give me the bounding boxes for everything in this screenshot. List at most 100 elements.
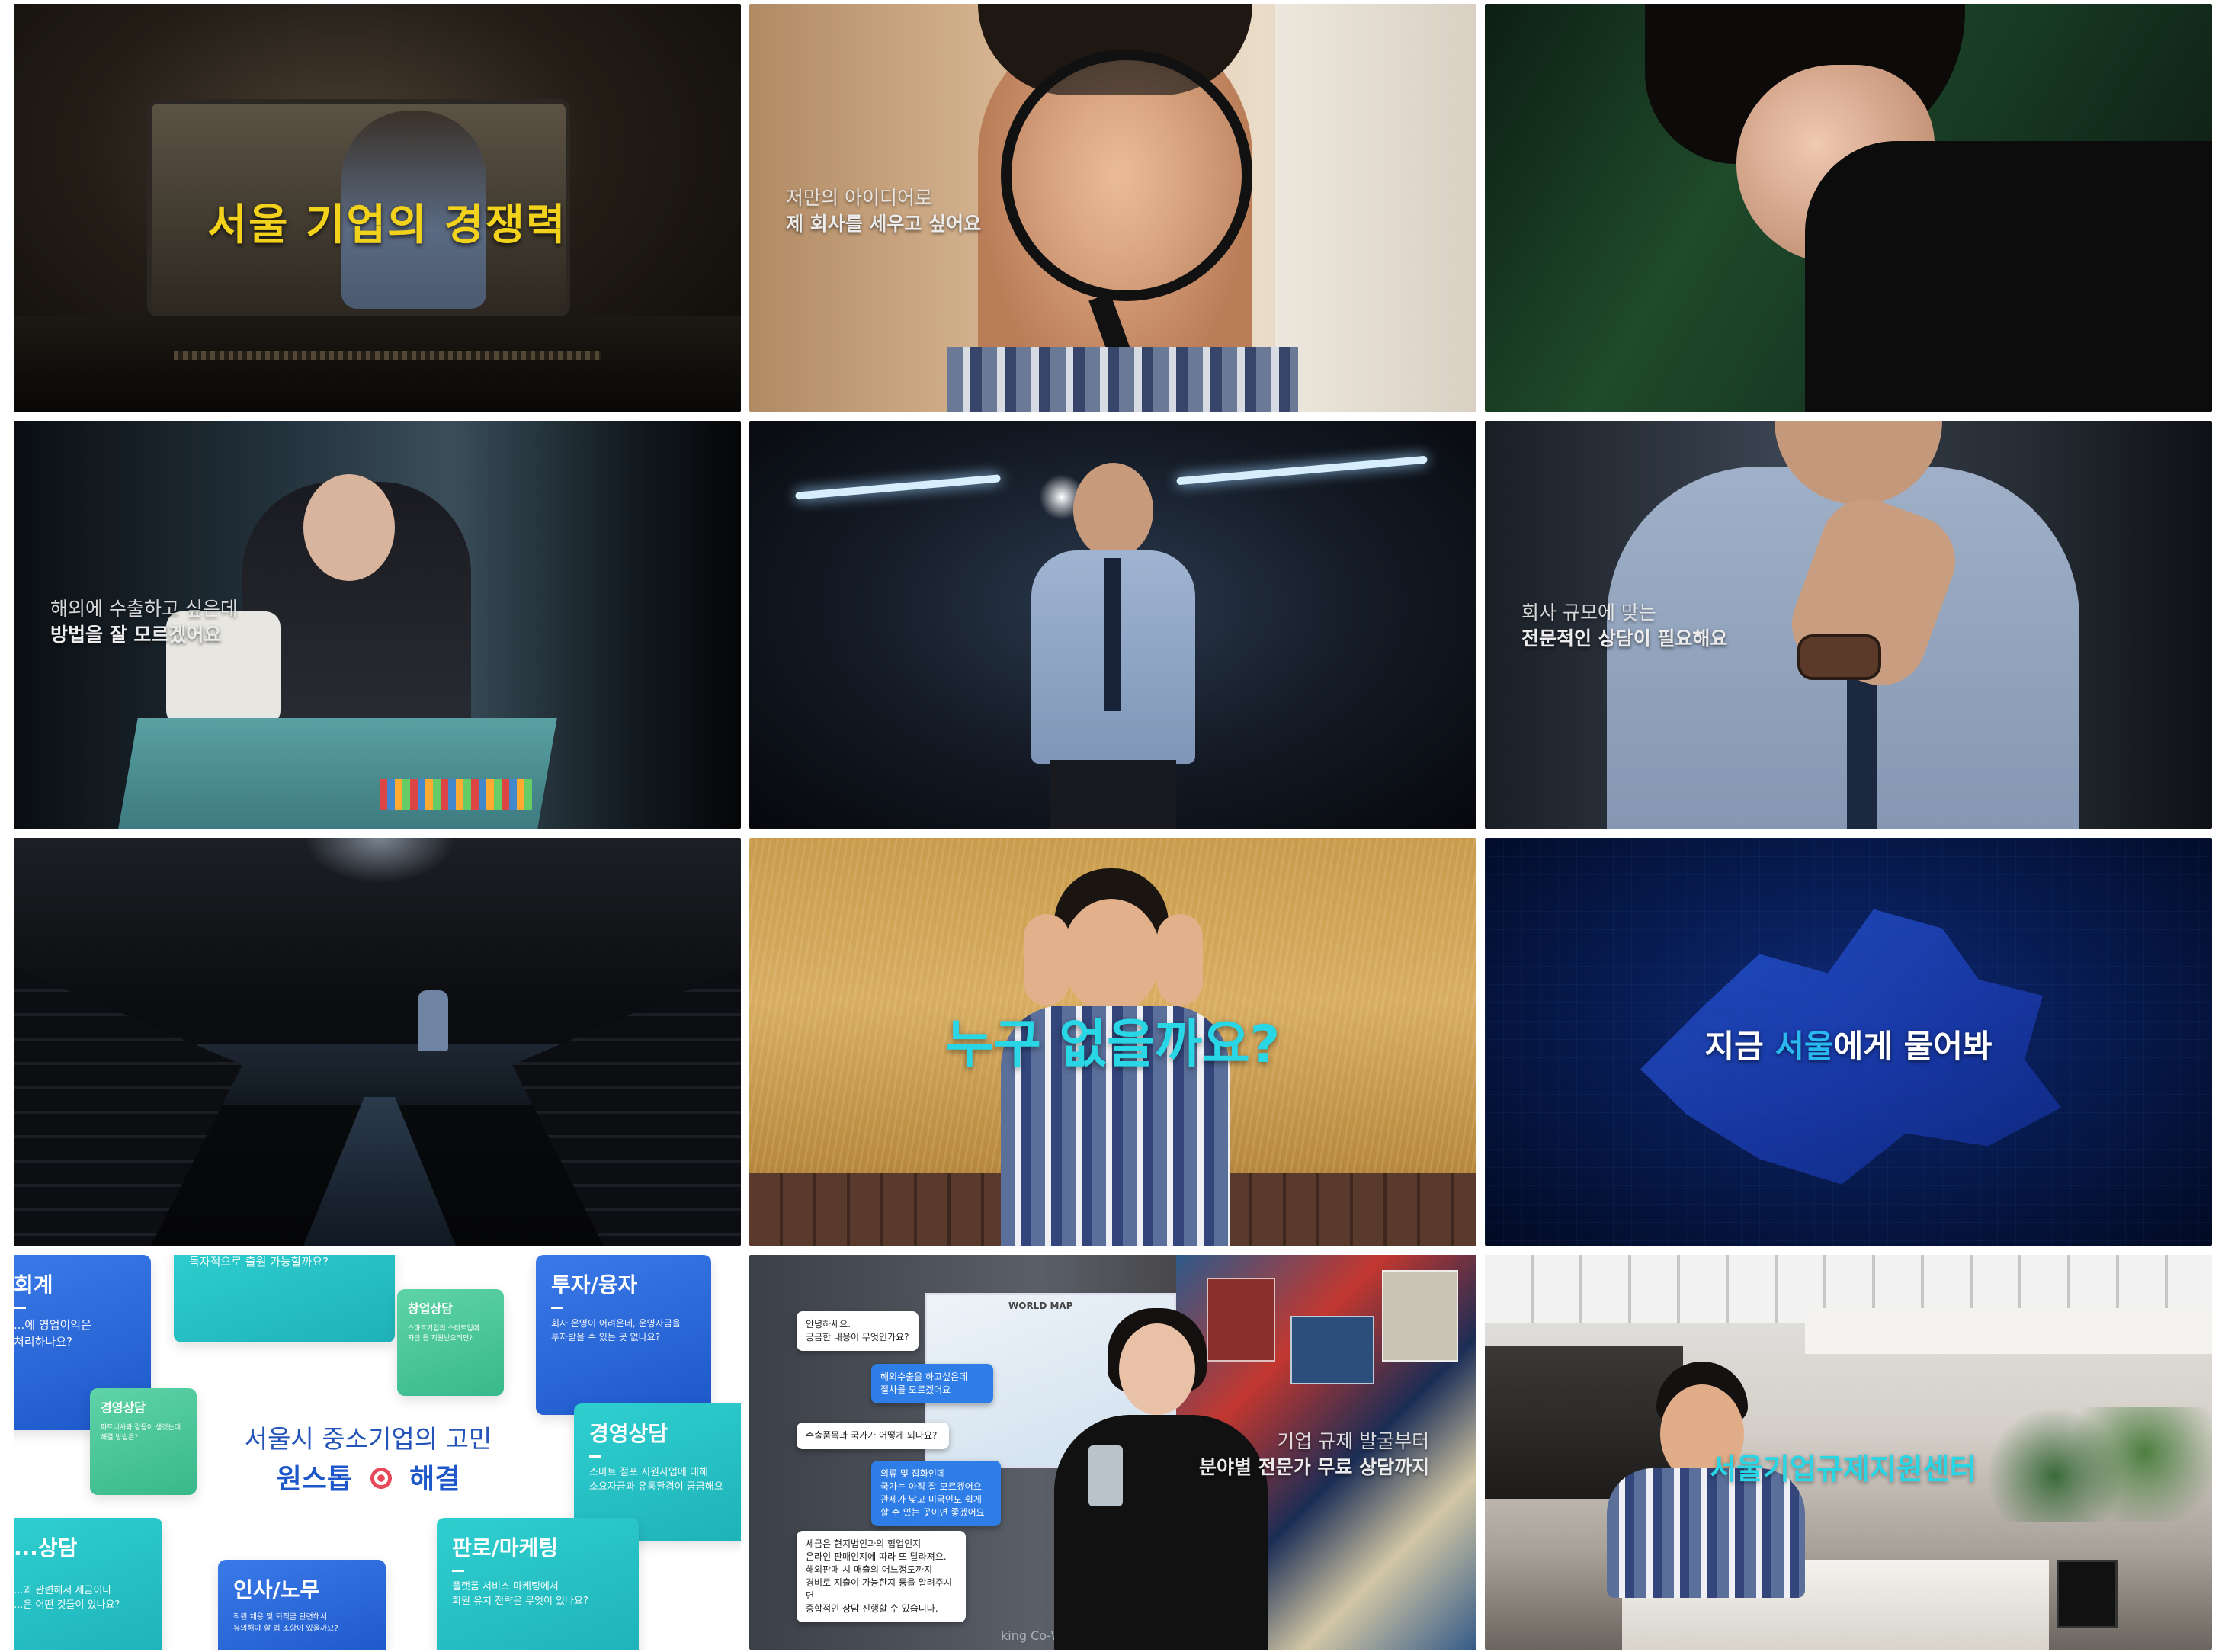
magnifier-lens — [1001, 50, 1252, 301]
person-head — [1073, 463, 1153, 558]
card-body: ...과 관련해서 세금이나 ...은 어떤 것들이 있나요? — [14, 1585, 120, 1611]
card-mgmt-small: 경영상담 파트너사와 갈등이 생겼는데 해결 방법은? — [90, 1388, 197, 1495]
chat-bubble-4: 의류 및 잡화인데 국가는 아직 잘 모르겠어요 관세가 낮고 미국인도 쉽게 … — [871, 1461, 1001, 1526]
frame-4: 해외에 수출하고 싶은데 방법을 잘 모르겠어요 — [14, 421, 741, 829]
photo-tile — [1382, 1270, 1458, 1362]
desk-surface — [14, 316, 741, 412]
frame-4-subtitle: 해외에 수출하고 싶은데 방법을 잘 모르겠어요 — [50, 596, 238, 648]
card-title: 판로/마케팅 — [452, 1535, 559, 1561]
subtitle-line1: 회사 규모에 맞는 — [1521, 601, 1656, 624]
card-tax: ...상담 ...과 관련해서 세금이나 ...은 어떤 것들이 있나요? — [14, 1518, 162, 1650]
stage-light-right — [1176, 455, 1428, 486]
chat-bubble-2: 해외수출을 하고싶은데 절차를 모르겠어요 — [871, 1364, 993, 1403]
person-face — [1119, 1323, 1195, 1415]
card-title: ...상담 — [14, 1535, 78, 1561]
world-map-label: WORLD MAP — [1008, 1301, 1073, 1311]
target-icon — [367, 1465, 394, 1491]
monitor — [2057, 1560, 2118, 1628]
card-body: 스마트 점포 지원사업에 대해 소요자금과 유통환경이 궁금해요 — [589, 1467, 723, 1493]
frame-3 — [1485, 4, 2212, 412]
person-tie — [1104, 558, 1121, 711]
photo-tile — [1290, 1316, 1374, 1384]
subtitle-line2: 제 회사를 세우고 싶어요 — [786, 213, 982, 235]
card-title: 경영상담 — [589, 1421, 668, 1446]
person-body — [1805, 141, 2212, 412]
chat-bubble-1: 안녕하세요. 궁금한 내용이 무엇인가요? — [797, 1311, 919, 1351]
card-title: 창업상담 — [408, 1301, 453, 1316]
shirt — [947, 347, 1298, 412]
person-shirt — [1607, 1468, 1805, 1598]
seated-person — [418, 990, 448, 1051]
card-hr: 인사/노무 직원 채용 및 퇴직금 관련해서 유의해야 할 법 조항이 있을까요… — [218, 1560, 386, 1650]
card-invest: 투자/융자 회사 운영이 어려운데, 운영자금을 투자받을 수 있는 곳 없나요… — [536, 1255, 711, 1415]
card-startup: 창업상담 스마트기업의 스타트업에 자금 등 지원받으려면? — [397, 1289, 504, 1396]
card-marketing: 판로/마케팅 플랫폼 서비스 마케팅에서 회원 유치 전략은 무엇이 있나요? — [437, 1518, 639, 1650]
frame-2-subtitle: 저만의 아이디어로 제 회사를 세우고 싶어요 — [786, 185, 981, 237]
subtitle-line1: 해외에 수출하고 싶은데 — [50, 598, 238, 620]
hand-right — [1157, 914, 1203, 1006]
chat-bubble-3: 수출품목과 국가가 어떻게 되나요? — [797, 1423, 949, 1449]
card-dash — [452, 1570, 464, 1572]
frame-9-headline: 지금 서울에게 물어봐 — [1485, 1021, 2212, 1067]
card-body: 플랫폼 서비스 마케팅에서 회원 유치 전략은 무엇이 있나요? — [452, 1581, 588, 1607]
center-title: 서울시 중소기업의 고민 — [244, 1424, 492, 1454]
fabric — [118, 718, 557, 829]
card-title: 투자/융자 — [551, 1272, 638, 1298]
card-body: 파트너사와 갈등이 생겼는데 해결 방법은? — [101, 1424, 181, 1442]
frame-7 — [14, 838, 741, 1246]
stage-light-left — [795, 474, 1001, 500]
card-dash — [551, 1307, 563, 1309]
subtitle-line2: 방법을 잘 모르겠어요 — [50, 624, 222, 646]
card-dash — [589, 1455, 601, 1458]
person-trousers — [1050, 760, 1176, 829]
frame-6: 회사 규모에 맞는 전문적인 상담이 필요해요 — [1485, 421, 2212, 829]
ceiling-light — [303, 838, 456, 884]
wristwatch — [1797, 634, 1881, 680]
subtitle-line2: 전문적인 상담이 필요해요 — [1521, 627, 1728, 650]
card-body: ...에 영업이익은 처리하나요? — [14, 1318, 91, 1349]
card-export-question: 독자적으로 출원 가능할까요? — [174, 1255, 395, 1342]
center-solve: 원스톱 해결 — [208, 1457, 528, 1496]
chat-bubble-5: 세금은 현지법인과의 협업인지 온라인 판매인지에 따라 또 달라져요. 해외판… — [797, 1531, 966, 1622]
card-title: 회계 — [14, 1272, 53, 1298]
headline-highlight: 서울 — [1775, 1028, 1834, 1065]
stage — [197, 1044, 563, 1105]
card-dash — [14, 1307, 26, 1309]
frame-12-headline: 서울기업규제지원센터 — [1710, 1452, 1977, 1486]
frame-1: 서울 기업의 경쟁력 — [14, 4, 741, 412]
seats-right — [512, 967, 741, 1246]
frame-11: WORLD MAP king Co-W 안녕하세요. 궁금한 내용이 무엇인가요… — [749, 1255, 1476, 1650]
plants — [1988, 1407, 2212, 1522]
pencils — [380, 779, 532, 810]
frame-6-subtitle: 회사 규모에 맞는 전문적인 상담이 필요해요 — [1521, 600, 1727, 652]
headline-suffix: 에게 물어봐 — [1833, 1028, 1993, 1065]
person-face — [303, 474, 395, 581]
frame-1-headline: 서울 기업의 경쟁력 — [207, 200, 567, 250]
solve-prefix: 원스톱 — [276, 1464, 353, 1495]
card-body: 스마트기업의 스타트업에 자금 등 지원받으려면? — [408, 1325, 479, 1342]
ceiling-beam — [1805, 1308, 2212, 1354]
phone — [1088, 1445, 1123, 1506]
frame-12: 서울기업규제지원센터 — [1485, 1255, 2212, 1650]
subtitle-line1: 기업 규제 발굴부터 — [1277, 1430, 1430, 1452]
card-body: 직원 채용 및 퇴직금 관련해서 유의해야 할 법 조항이 있을까요? — [233, 1613, 338, 1633]
frame-9: 지금 서울에게 물어봐 — [1485, 838, 2212, 1246]
frame-10: 회계 ...에 영업이익은 처리하나요? 독자적으로 출원 가능할까요? 창업상… — [14, 1255, 741, 1650]
card-body: 독자적으로 출원 가능할까요? — [189, 1255, 329, 1269]
card-title: 경영상담 — [101, 1400, 146, 1415]
photo-tile — [1207, 1278, 1275, 1362]
person-face — [1062, 899, 1161, 1013]
keyboard-stripe — [174, 351, 601, 360]
headline-prefix: 지금 — [1704, 1028, 1775, 1065]
subtitle-line2: 분야별 전문가 무료 상담까지 — [1199, 1456, 1430, 1478]
frame-8: 누구 없을까요? — [749, 838, 1476, 1246]
frame-11-subtitle: 기업 규제 발굴부터 분야별 전문가 무료 상담까지 — [1199, 1429, 1429, 1480]
wall-panel — [1275, 4, 1476, 412]
frame-5 — [749, 421, 1476, 829]
hand-left — [1024, 914, 1069, 1006]
card-title: 인사/노무 — [233, 1577, 320, 1602]
seats-left — [14, 967, 242, 1246]
card-body: 회사 운영이 어려운데, 운영자금을 투자받을 수 있는 곳 없나요? — [551, 1318, 681, 1342]
frame-2: 저만의 아이디어로 제 회사를 세우고 싶어요 — [749, 4, 1476, 412]
solve-suffix: 해결 — [409, 1464, 460, 1495]
